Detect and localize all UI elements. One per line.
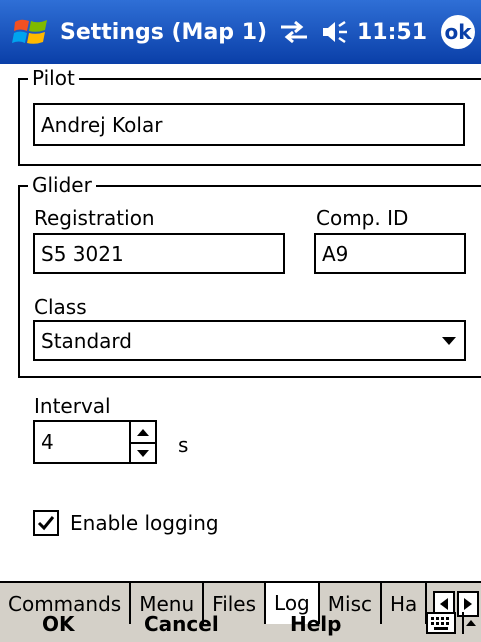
interval-input[interactable]: 4 [33, 420, 131, 464]
class-label: Class [34, 295, 87, 319]
pilot-name-input[interactable]: Andrej Kolar [33, 103, 465, 146]
keyboard-icon[interactable] [426, 610, 456, 636]
dropdown-arrow-icon[interactable] [442, 336, 456, 345]
help-softkey[interactable]: Help [290, 606, 341, 642]
title-bar: Settings (Map 1) 11:51 ok [0, 0, 481, 64]
clock[interactable]: 11:51 [357, 20, 427, 45]
spinner-down-icon[interactable] [131, 442, 155, 462]
input-menu-arrow-icon[interactable] [462, 612, 478, 634]
class-select[interactable]: Standard [33, 320, 466, 361]
connectivity-icon[interactable] [279, 19, 309, 45]
class-selected-value: Standard [41, 328, 132, 353]
tab-hardware[interactable]: Ha [382, 583, 428, 624]
ok-softkey[interactable]: OK [42, 606, 75, 642]
volume-icon[interactable] [321, 19, 349, 45]
windows-start-icon[interactable] [8, 9, 54, 55]
enable-logging-label: Enable logging [70, 511, 219, 535]
pilot-legend: Pilot [28, 66, 79, 90]
comp-id-label: Comp. ID [316, 206, 409, 230]
checkmark-icon [37, 516, 55, 531]
interval-label: Interval [34, 394, 111, 418]
interval-spinner[interactable] [131, 420, 157, 464]
glider-legend: Glider [28, 173, 96, 197]
window-title: Settings (Map 1) [60, 19, 268, 45]
registration-input[interactable]: S5 3021 [33, 233, 285, 274]
comp-id-input[interactable]: A9 [314, 233, 466, 274]
ok-close-button[interactable]: ok [441, 15, 475, 49]
spinner-up-icon[interactable] [131, 422, 155, 442]
registration-label: Registration [34, 206, 155, 230]
cancel-softkey[interactable]: Cancel [144, 606, 219, 642]
enable-logging-checkbox[interactable] [33, 510, 59, 536]
system-tray: 11:51 ok [267, 0, 481, 64]
interval-unit: s [178, 433, 189, 457]
